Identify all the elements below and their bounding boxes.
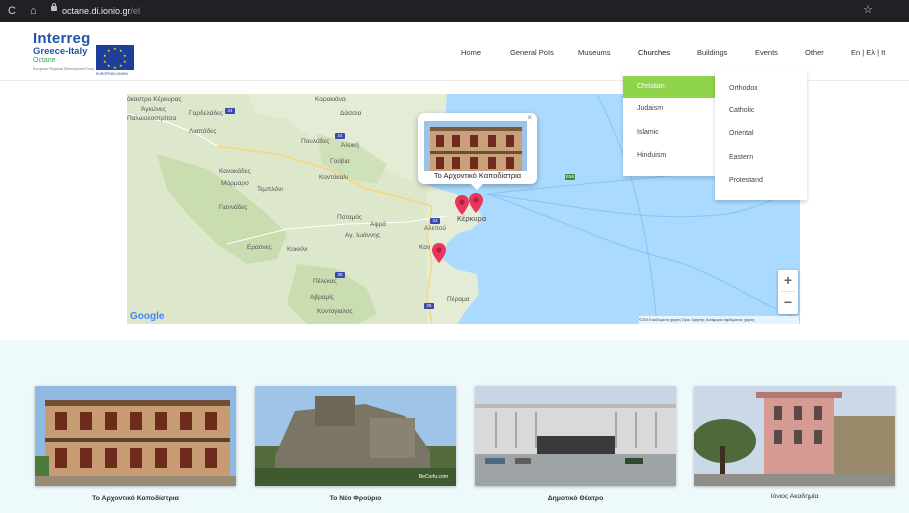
reload-icon[interactable]: C	[8, 4, 16, 18]
map-label: Άλυκή	[341, 142, 359, 149]
eu-flag-icon: ★ ★ ★ ★ ★ ★ ★ ★ ★ ★	[96, 45, 134, 70]
map-label: Κανακάδες	[219, 168, 251, 175]
road-number-badge: E55	[565, 174, 575, 180]
map-label: Πουλάδες	[301, 138, 330, 145]
place-card[interactable]: Το Αρχοντικό Καποδίστρια	[35, 386, 236, 509]
submenu-item-orthodox[interactable]: Orthodox	[715, 78, 807, 100]
map-label: Πέλεκας	[313, 278, 337, 285]
dropdown-item-islamic[interactable]: Islamic	[623, 122, 715, 144]
map-label: Γούβια	[330, 158, 350, 165]
nav-home[interactable]: Home	[461, 48, 481, 57]
place-photo[interactable]	[35, 386, 236, 486]
logo-fund: European Regional Development Fund	[33, 67, 94, 71]
nav-events[interactable]: Events	[755, 48, 778, 57]
place-photo[interactable]: BeCorfu.com	[255, 386, 456, 486]
logo-subtitle: Greece-Italy	[33, 46, 88, 57]
map-label: Εραονες	[247, 244, 272, 251]
url-path: /el	[130, 6, 141, 16]
map-label: Παλαιοκαστρίτσα	[127, 115, 177, 122]
map-label: Ποταμός	[337, 214, 362, 221]
place-title[interactable]: Το Νέο Φρούριο	[255, 495, 456, 502]
map-marker[interactable]	[432, 243, 446, 263]
url-host: octane.di.ionio.gr	[62, 6, 131, 16]
map-label: Κοντόκαλι	[319, 174, 348, 181]
map-label: Αλεπού	[424, 225, 447, 232]
map-label: Καν	[419, 244, 431, 251]
map-label: Κοντογιαλος	[317, 308, 353, 315]
map-label: Άγκώνες	[141, 106, 166, 113]
place-photo[interactable]	[694, 386, 895, 486]
map-label: Λιαπάδες	[189, 128, 217, 135]
nav-general-pois[interactable]: General PoIs	[510, 48, 554, 57]
language-switcher[interactable]: En | Ελ | It	[851, 48, 885, 57]
map-info-window[interactable]: × Το Αρχοντικό Καποδίστρια	[418, 113, 537, 190]
submenu-item-protestand[interactable]: Protestand	[715, 170, 807, 192]
map-label: Τεμπλόνι	[257, 186, 283, 193]
road-number-badge: 24	[335, 133, 345, 139]
road-number-badge: 24	[430, 218, 440, 224]
map-city-label: Κέρκυρα	[457, 214, 487, 223]
map-marker[interactable]	[455, 195, 469, 215]
popup-photo[interactable]	[424, 121, 527, 171]
map-label: Γαρδελάδες	[189, 110, 224, 117]
place-card[interactable]: Ιόνιος Ακαδημία	[694, 386, 895, 509]
map-label: Γιαννάδες	[219, 204, 248, 211]
map-label: όκαστρο Κέρκυρας	[127, 96, 182, 103]
browser-toolbar: C ⌂ octane.di.ionio.gr/el ☆	[0, 0, 909, 22]
close-icon[interactable]: ×	[527, 113, 532, 122]
submenu-item-oriental[interactable]: Oriental	[715, 123, 807, 145]
interreg-logo[interactable]: Interreg Greece-Italy Octane European Re…	[33, 30, 143, 76]
nav-buildings[interactable]: Buildings	[697, 48, 727, 57]
map-label: Κορακιάνα	[315, 96, 346, 103]
zoom-controls: + −	[778, 270, 798, 314]
map-label: Πέραμα	[447, 296, 470, 303]
map-label: Αγ. Ιωάννης	[345, 232, 380, 239]
road-number-badge: 25	[424, 303, 434, 309]
dropdown-item-hinduism[interactable]: Hinduism	[623, 145, 715, 167]
place-photo[interactable]	[475, 386, 676, 486]
eu-label: EUROPEAN UNION	[96, 72, 128, 76]
address-bar[interactable]: octane.di.ionio.gr/el	[62, 5, 140, 17]
map-marker[interactable]	[469, 193, 483, 213]
map-label: Δάσσια	[340, 110, 362, 117]
popup-tail	[470, 183, 484, 190]
star-icon[interactable]: ☆	[863, 3, 873, 16]
submenu-item-eastern[interactable]: Eastern	[715, 147, 807, 169]
dropdown-item-judaism[interactable]: Judaism	[623, 98, 715, 120]
popup-caption: Το Αρχοντικό Καποδίστρια	[433, 171, 522, 180]
place-title[interactable]: Το Αρχοντικό Καποδίστρια	[35, 495, 236, 502]
nav-other[interactable]: Other	[805, 48, 824, 57]
map-label: Αβραμίς	[310, 294, 334, 301]
road-number-badge: 25	[335, 272, 345, 278]
churches-dropdown: Christian Judaism Islamic Hinduism	[623, 70, 715, 176]
map-label: Κοκκίνι	[287, 246, 308, 253]
map-label: Αφρά	[370, 221, 387, 228]
zoom-in-button[interactable]: +	[778, 270, 798, 290]
nav-churches[interactable]: Churches	[638, 48, 670, 57]
map-label: Μάρμαρο	[221, 180, 249, 187]
logo-project: Octane	[33, 57, 56, 64]
place-card[interactable]: BeCorfu.com Το Νέο Φρούριο	[255, 386, 456, 509]
logo-title: Interreg	[33, 30, 91, 47]
place-card[interactable]: Δημοτικό Θέατρο	[475, 386, 676, 509]
submenu-item-catholic[interactable]: Catholic	[715, 100, 807, 122]
map-attribution[interactable]: ©2019 Δεδομένα χάρτη Όροι Χρήσης Αναφορά…	[639, 316, 799, 324]
zoom-out-button[interactable]: −	[778, 292, 798, 312]
dropdown-item-christian[interactable]: Christian	[623, 76, 715, 98]
nav-museums[interactable]: Museums	[578, 48, 611, 57]
photo-watermark: BeCorfu.com	[418, 474, 448, 480]
lock-icon	[51, 3, 57, 11]
road-number-badge: 24	[225, 108, 235, 114]
place-title[interactable]: Ιόνιος Ακαδημία	[694, 493, 895, 500]
home-icon[interactable]: ⌂	[30, 4, 37, 18]
christian-submenu: Orthodox Catholic Oriental Eastern Prote…	[715, 70, 807, 200]
place-title[interactable]: Δημοτικό Θέατρο	[475, 495, 676, 502]
google-logo[interactable]: Google	[130, 311, 164, 322]
